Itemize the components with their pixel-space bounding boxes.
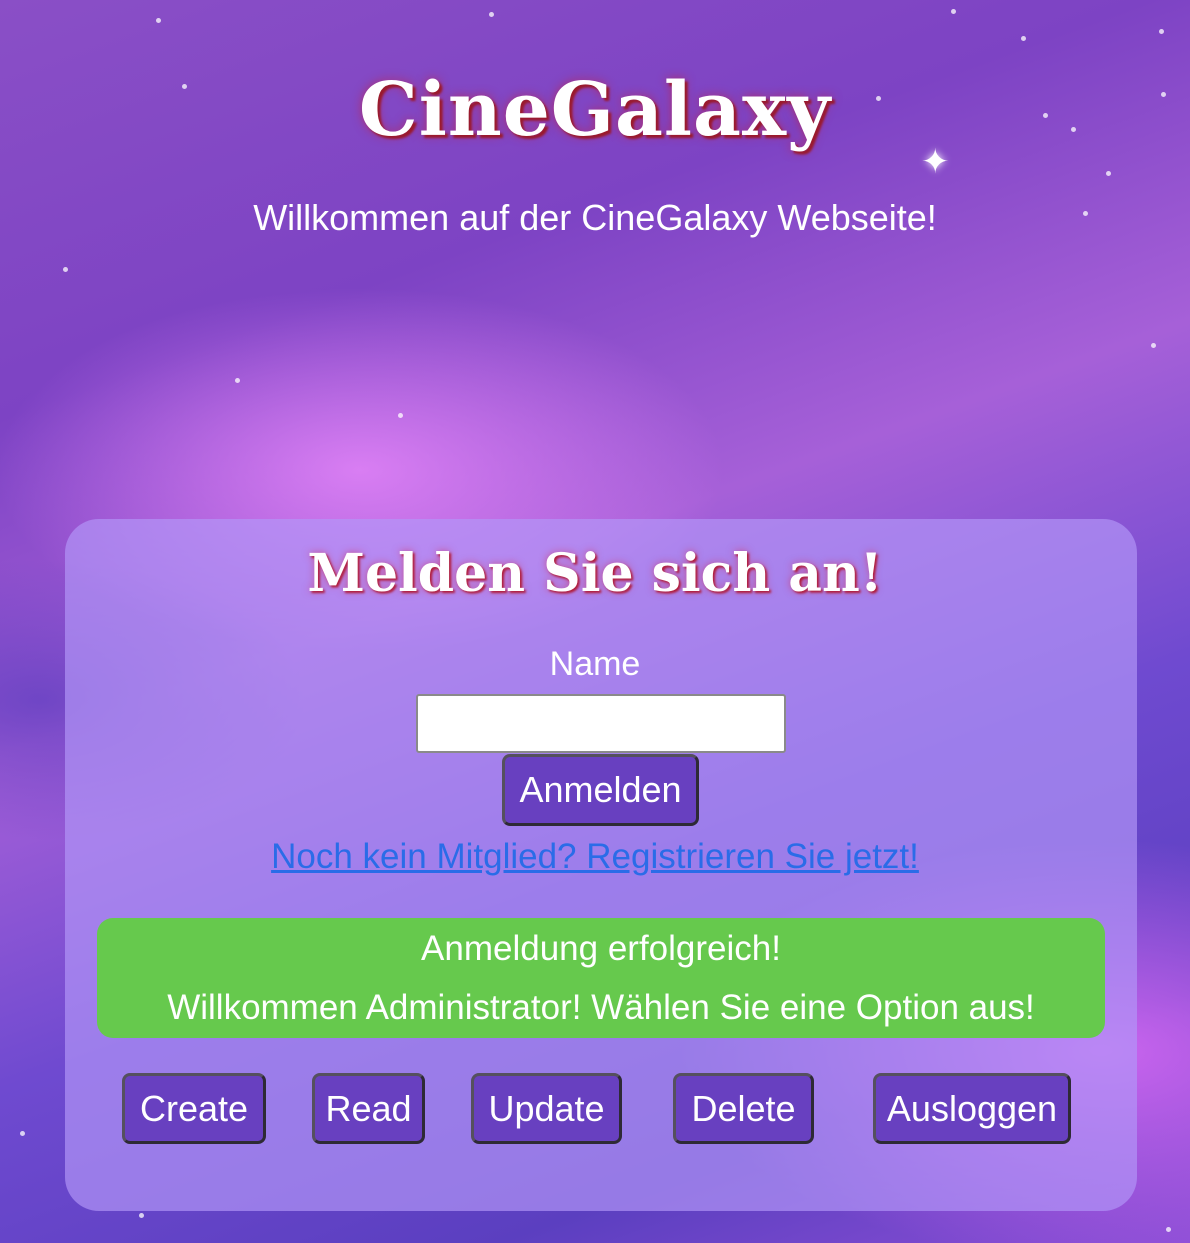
update-button[interactable]: Update xyxy=(471,1073,622,1144)
read-button[interactable]: Read xyxy=(312,1073,425,1144)
login-button[interactable]: Anmelden xyxy=(502,754,699,826)
login-heading: Melden Sie sich an! xyxy=(307,543,883,604)
success-message-title: Anmeldung erfolgreich! xyxy=(421,929,781,968)
site-title: CineGalaxy xyxy=(358,67,832,153)
name-input[interactable] xyxy=(416,694,786,753)
create-button[interactable]: Create xyxy=(122,1073,266,1144)
logout-button[interactable]: Ausloggen xyxy=(873,1073,1071,1144)
success-message-text: Willkommen Administrator! Wählen Sie ein… xyxy=(167,988,1035,1027)
register-link-container: Noch kein Mitglied? Registrieren Sie jet… xyxy=(0,834,1190,880)
site-subtitle: Willkommen auf der CineGalaxy Webseite! xyxy=(253,197,937,238)
register-link[interactable]: Noch kein Mitglied? Registrieren Sie jet… xyxy=(271,837,919,876)
delete-button[interactable]: Delete xyxy=(673,1073,814,1144)
name-label: Name xyxy=(549,645,641,683)
